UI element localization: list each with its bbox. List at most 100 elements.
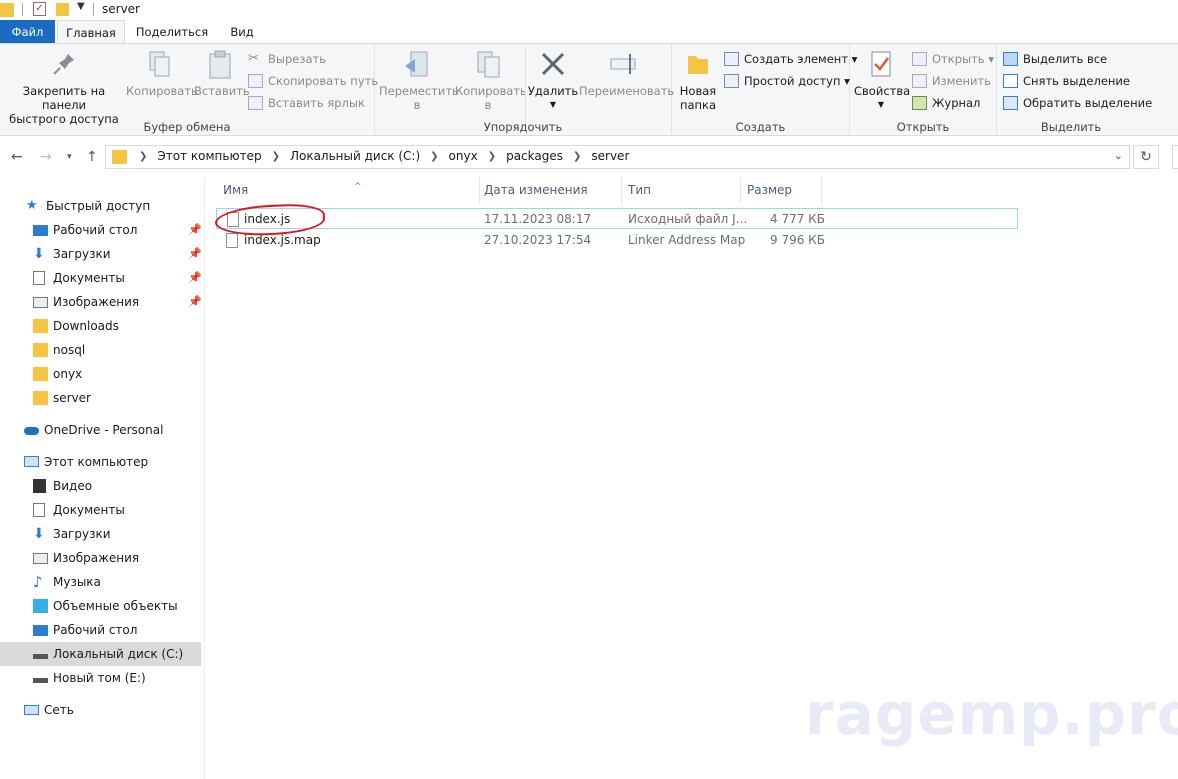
- recent-locations-chevron-icon[interactable]: ▾: [67, 152, 72, 162]
- breadcrumb-packages[interactable]: packages: [501, 149, 568, 165]
- open-group-label: Открыть: [896, 120, 950, 134]
- new-folder-icon: [682, 48, 714, 80]
- breadcrumb-local-disk[interactable]: Локальный диск (C:): [285, 149, 425, 165]
- tab-share[interactable]: Поделиться: [129, 20, 215, 44]
- easy-access-button[interactable]: Простой доступ ▾: [724, 71, 850, 91]
- document-icon: [33, 503, 45, 517]
- customize-quick-access-icon[interactable]: ▼: [77, 1, 85, 12]
- navigation-pane: ★ Быстрый доступ Рабочий стол 📌 ⬇ Загруз…: [0, 177, 205, 779]
- breadcrumb-server[interactable]: server: [586, 149, 634, 165]
- select-all-button[interactable]: Выделить все: [1003, 49, 1107, 69]
- cube-icon: [33, 599, 48, 613]
- column-header-name[interactable]: Имя ^: [217, 177, 480, 203]
- star-icon: ★: [26, 198, 38, 213]
- refresh-icon[interactable]: ↻: [1133, 145, 1159, 169]
- file-size: 4 777 КБ: [770, 212, 825, 226]
- column-header-size[interactable]: Размер: [741, 177, 822, 203]
- folder-icon: [112, 150, 127, 164]
- delete-icon: [537, 48, 569, 80]
- up-arrow-icon[interactable]: ↑: [86, 149, 98, 165]
- ribbon-tabs: Файл Главная Поделиться Вид: [0, 20, 1178, 44]
- tab-view[interactable]: Вид: [219, 20, 265, 44]
- drive-icon: [33, 654, 48, 659]
- drive-icon: [33, 678, 48, 683]
- column-header-type[interactable]: Тип: [622, 177, 741, 203]
- clipboard-group-label: Буфер обмена: [143, 120, 231, 134]
- properties-quick-icon[interactable]: ✓: [33, 2, 46, 16]
- watermark: ragemp.pro: [805, 680, 1178, 748]
- music-note-icon: ♪: [33, 573, 43, 591]
- paste-button[interactable]: Вставить: [194, 48, 250, 98]
- tab-home[interactable]: Главная: [57, 20, 125, 44]
- navigation-bar: ← → ▾ ↑ ❯ Этот компьютер ❯ Локальный дис…: [0, 137, 1178, 177]
- search-input[interactable]: [1172, 145, 1178, 169]
- pictures-icon: [33, 553, 48, 564]
- separator: [22, 3, 23, 16]
- properties-button[interactable]: Свойства ▼: [854, 48, 910, 112]
- address-bar[interactable]: ❯ Этот компьютер ❯ Локальный диск (C:) ❯…: [105, 145, 1130, 169]
- folder-icon: [33, 319, 48, 333]
- back-arrow-icon[interactable]: ←: [11, 149, 23, 165]
- select-none-button[interactable]: Снять выделение: [1003, 71, 1130, 91]
- select-all-icon: [1003, 52, 1018, 66]
- open-icon: [912, 52, 927, 66]
- tab-file[interactable]: Файл: [0, 20, 55, 44]
- video-icon: [33, 479, 46, 493]
- column-header-date[interactable]: Дата изменения: [478, 177, 622, 203]
- desktop-icon: [33, 625, 48, 636]
- move-to-button[interactable]: Переместить в: [379, 48, 459, 112]
- file-row-index-js[interactable]: index.js 17.11.2023 08:17 Исходный файл …: [216, 208, 1018, 229]
- paste-icon: [204, 48, 236, 80]
- edit-icon: [912, 74, 927, 88]
- paste-shortcut-button[interactable]: Вставить ярлык: [248, 93, 365, 113]
- download-arrow-icon: ⬇: [33, 246, 45, 262]
- new-folder-quick-icon[interactable]: [56, 3, 69, 16]
- pin-icon: 📌: [188, 271, 202, 284]
- copy-icon: [143, 48, 175, 80]
- pictures-icon: [33, 297, 48, 308]
- new-item-button[interactable]: Создать элемент ▾: [724, 49, 857, 69]
- select-group-label: Выделить: [1040, 120, 1102, 134]
- invert-selection-icon: [1003, 96, 1018, 110]
- properties-dropdown-icon[interactable]: ▼: [854, 98, 908, 112]
- breadcrumb-this-pc[interactable]: Этот компьютер: [152, 149, 266, 165]
- open-group: Свойства ▼ Открыть ▾ Изменить Журнал Отк…: [850, 44, 997, 136]
- copy-to-icon: [472, 48, 504, 80]
- delete-dropdown-icon[interactable]: ▼: [527, 98, 579, 112]
- copy-to-button[interactable]: Копировать в: [455, 48, 527, 112]
- window-title: server: [102, 2, 140, 16]
- cloud-icon: [24, 427, 39, 435]
- paste-shortcut-icon: [248, 96, 263, 110]
- breadcrumb-separator-icon: ❯: [271, 151, 280, 162]
- address-dropdown-chevron-icon[interactable]: ⌄: [1114, 149, 1123, 162]
- history-button[interactable]: Журнал: [912, 93, 980, 113]
- copy-path-icon: [248, 74, 263, 88]
- delete-button[interactable]: Удалить ▼: [527, 48, 579, 112]
- pin-icon: 📌: [188, 247, 202, 260]
- cut-button[interactable]: ✂ Вырезать: [248, 49, 326, 69]
- ribbon: Закрепить на панели быстрого доступа Коп…: [0, 43, 1178, 136]
- sort-ascending-icon: ^: [354, 182, 362, 192]
- rename-button[interactable]: Переименовать: [579, 48, 674, 98]
- select-group: Выделить все Снять выделение Обратить вы…: [997, 44, 1152, 136]
- breadcrumb-onyx[interactable]: onyx: [444, 149, 483, 165]
- pin-quick-access-button[interactable]: Закрепить на панели быстрого доступа: [4, 48, 124, 126]
- invert-selection-button[interactable]: Обратить выделение: [1003, 93, 1152, 113]
- edit-button[interactable]: Изменить: [912, 71, 991, 91]
- create-group-label: Создать: [735, 120, 786, 134]
- open-button[interactable]: Открыть ▾: [912, 49, 994, 69]
- sidebar-item-local-disk[interactable]: Локальный диск (C:): [0, 642, 201, 666]
- select-none-icon: [1003, 74, 1018, 88]
- new-folder-button[interactable]: Новая папка: [678, 48, 718, 112]
- forward-arrow-icon[interactable]: →: [40, 149, 52, 165]
- rename-icon: [608, 48, 640, 80]
- copy-button[interactable]: Копировать: [126, 48, 198, 98]
- file-row-index-js-map[interactable]: index.js.map 27.10.2023 17:54 Linker Add…: [216, 230, 1018, 251]
- copy-path-button[interactable]: Скопировать путь: [248, 71, 378, 91]
- computer-icon: [24, 456, 39, 467]
- easy-access-icon: [724, 74, 739, 88]
- pin-icon: [48, 48, 80, 80]
- properties-icon: [865, 48, 897, 80]
- file-type: Исходный файл J...: [628, 212, 748, 226]
- breadcrumb-separator-icon: ❯: [139, 151, 148, 162]
